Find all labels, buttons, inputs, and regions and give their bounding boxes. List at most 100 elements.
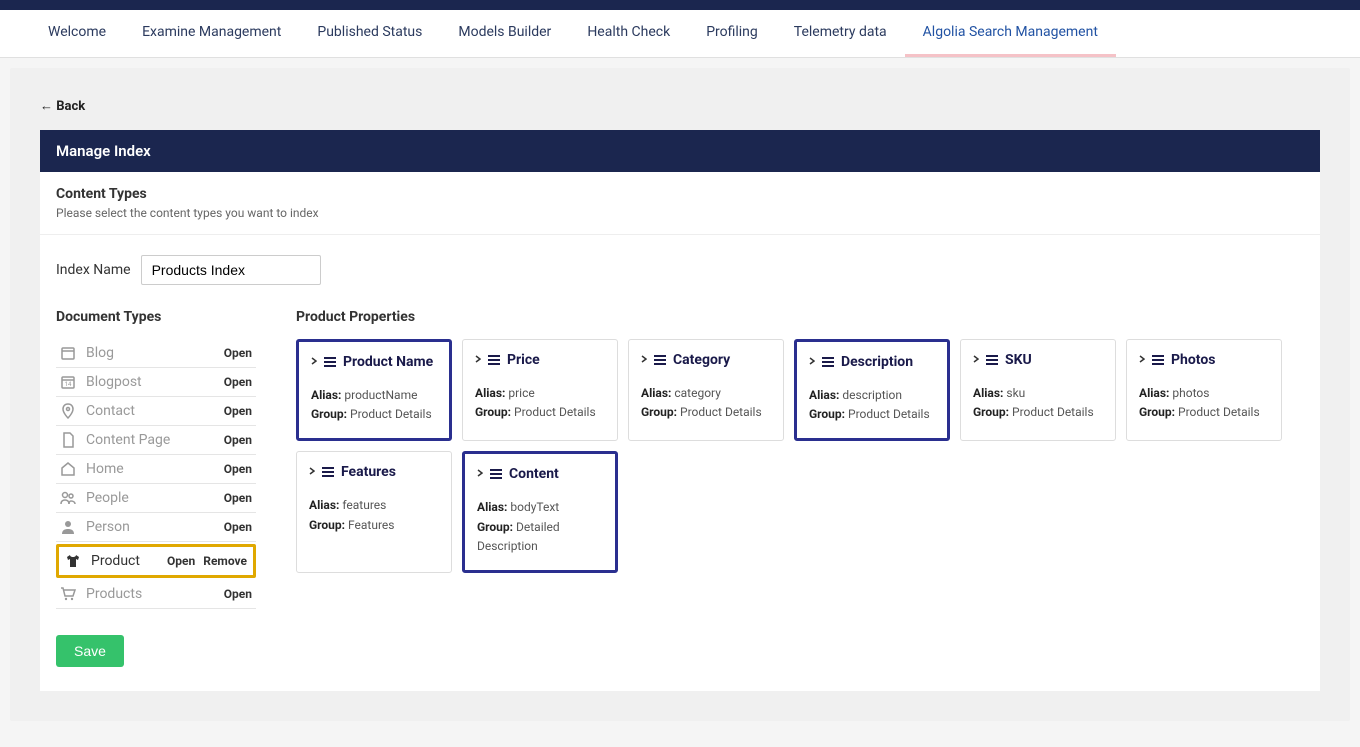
save-button[interactable]: Save bbox=[56, 635, 124, 667]
section-subtitle: Please select the content types you want… bbox=[56, 206, 1304, 220]
list-icon bbox=[985, 354, 999, 366]
property-card-title: Price bbox=[475, 352, 605, 368]
properties-heading: Product Properties bbox=[296, 309, 1304, 325]
doctype-item-people[interactable]: People Open bbox=[56, 484, 256, 513]
doctype-open-button[interactable]: Open bbox=[224, 520, 252, 534]
doctype-item-product[interactable]: Product Open Remove bbox=[56, 544, 256, 578]
tab-algolia-search-management[interactable]: Algolia Search Management bbox=[905, 10, 1116, 57]
doctype-label: Product bbox=[91, 553, 140, 569]
property-meta: Alias: categoryGroup: Product Details bbox=[641, 384, 771, 422]
doctype-label: Products bbox=[86, 586, 142, 602]
alias-label: Alias: bbox=[641, 386, 671, 400]
alias-label: Alias: bbox=[311, 388, 341, 402]
alias-value: bodyText bbox=[510, 500, 559, 514]
tab-telemetry-data[interactable]: Telemetry data bbox=[776, 10, 905, 57]
list-icon bbox=[487, 354, 501, 366]
property-title-text: Product Name bbox=[343, 354, 433, 370]
doctype-label: People bbox=[86, 490, 129, 506]
chevron-right-icon bbox=[809, 357, 815, 368]
calendar-icon bbox=[60, 345, 76, 361]
chevron-right-icon bbox=[477, 469, 483, 480]
chevron-right-icon bbox=[309, 467, 315, 478]
body-area: Index Name Document Types Blog Open 14 Blog… bbox=[40, 235, 1320, 691]
people-icon bbox=[60, 490, 76, 506]
page-header: Manage Index bbox=[40, 130, 1320, 172]
tab-health-check[interactable]: Health Check bbox=[569, 10, 688, 57]
document-types-heading: Document Types bbox=[56, 309, 256, 325]
alias-value: category bbox=[674, 386, 721, 400]
property-meta: Alias: bodyTextGroup: Detailed Descripti… bbox=[477, 498, 603, 556]
doctype-item-home[interactable]: Home Open bbox=[56, 455, 256, 484]
alias-value: photos bbox=[1172, 386, 1209, 400]
doctype-open-button[interactable]: Open bbox=[167, 554, 195, 568]
property-card-category[interactable]: CategoryAlias: categoryGroup: Product De… bbox=[628, 339, 784, 441]
alias-label: Alias: bbox=[809, 388, 839, 402]
tab-models-builder[interactable]: Models Builder bbox=[440, 10, 569, 57]
calendar-num-icon: 14 bbox=[60, 374, 76, 390]
property-card-photos[interactable]: PhotosAlias: photosGroup: Product Detail… bbox=[1126, 339, 1282, 441]
property-card-price[interactable]: PriceAlias: priceGroup: Product Details bbox=[462, 339, 618, 441]
property-card-title: Content bbox=[477, 466, 603, 482]
doctype-item-products[interactable]: Products Open bbox=[56, 580, 256, 609]
doctype-item-person[interactable]: PersonOpen bbox=[56, 513, 256, 542]
doctype-item-blog[interactable]: Blog Open bbox=[56, 339, 256, 368]
chevron-right-icon bbox=[475, 355, 481, 366]
property-card-description[interactable]: DescriptionAlias: descriptionGroup: Prod… bbox=[794, 339, 950, 441]
list-icon bbox=[1151, 354, 1165, 366]
doctype-item-content-page[interactable]: Content Page Open bbox=[56, 426, 256, 455]
property-card-sku[interactable]: SKUAlias: skuGroup: Product Details bbox=[960, 339, 1116, 441]
properties-column: Product Properties Product Name Alias: pr… bbox=[296, 309, 1304, 667]
doctype-open-button[interactable]: Open bbox=[224, 491, 252, 505]
property-title-text: Price bbox=[507, 352, 540, 368]
doctype-open-button[interactable]: Open bbox=[224, 462, 252, 476]
property-card-title: Product Name bbox=[311, 354, 437, 370]
doctype-open-button[interactable]: Open bbox=[224, 587, 252, 601]
property-card-features[interactable]: FeaturesAlias: featuresGroup: Features bbox=[296, 451, 452, 573]
list-icon bbox=[489, 468, 503, 480]
list-icon bbox=[323, 356, 337, 368]
group-label: Group: bbox=[641, 405, 677, 419]
doctype-label: Content Page bbox=[86, 432, 170, 448]
property-meta: Alias: productNameGroup: Product Details bbox=[311, 386, 437, 424]
doctype-open-button[interactable]: Open bbox=[224, 375, 252, 389]
tab-profiling[interactable]: Profiling bbox=[688, 10, 776, 57]
property-title-text: Description bbox=[841, 354, 913, 370]
group-value: Product Details bbox=[1178, 405, 1260, 419]
doctype-open-button[interactable]: Open bbox=[224, 404, 252, 418]
doctype-label: Home bbox=[86, 461, 124, 477]
back-link[interactable]: ← Back bbox=[40, 98, 85, 114]
property-meta: Alias: skuGroup: Product Details bbox=[973, 384, 1103, 422]
top-bar bbox=[0, 0, 1360, 10]
alias-label: Alias: bbox=[477, 500, 507, 514]
doctype-open-button[interactable]: Open bbox=[224, 346, 252, 360]
index-name-row: Index Name bbox=[56, 255, 1304, 285]
doctype-remove-button[interactable]: Remove bbox=[203, 554, 247, 568]
tab-examine-management[interactable]: Examine Management bbox=[124, 10, 299, 57]
alias-value: sku bbox=[1006, 386, 1025, 400]
property-card-productName[interactable]: Product Name Alias: productNameGroup: Pro… bbox=[296, 339, 452, 441]
property-card-bodyText[interactable]: ContentAlias: bodyTextGroup: Detailed De… bbox=[462, 451, 618, 573]
doctype-label: Blog bbox=[86, 345, 114, 361]
tab-welcome[interactable]: Welcome bbox=[30, 10, 124, 57]
chevron-right-icon bbox=[973, 355, 979, 366]
chevron-right-icon bbox=[641, 355, 647, 366]
home-icon bbox=[60, 461, 76, 477]
chevron-right-icon bbox=[1139, 355, 1145, 366]
columns: Document Types BlogOpen14BlogpostOpenCon… bbox=[56, 309, 1304, 667]
group-label: Group: bbox=[477, 520, 513, 534]
doctype-item-blogpost[interactable]: 14 Blogpost Open bbox=[56, 368, 256, 397]
group-label: Group: bbox=[475, 405, 511, 419]
group-label: Group: bbox=[973, 405, 1009, 419]
document-types-list: BlogOpen14BlogpostOpenContactOpenContent… bbox=[56, 339, 256, 609]
tab-published-status[interactable]: Published Status bbox=[299, 10, 440, 57]
document-types-column: Document Types BlogOpen14BlogpostOpenCon… bbox=[56, 309, 256, 667]
index-name-input[interactable] bbox=[141, 255, 321, 285]
doctype-item-contact[interactable]: ContactOpen bbox=[56, 397, 256, 426]
list-icon bbox=[321, 466, 335, 478]
alias-value: productName bbox=[344, 388, 417, 402]
doctype-open-button[interactable]: Open bbox=[224, 433, 252, 447]
alias-label: Alias: bbox=[309, 498, 339, 512]
doctype-label: Blogpost bbox=[86, 374, 142, 390]
group-value: Product Details bbox=[350, 407, 432, 421]
property-card-title: Photos bbox=[1139, 352, 1269, 368]
